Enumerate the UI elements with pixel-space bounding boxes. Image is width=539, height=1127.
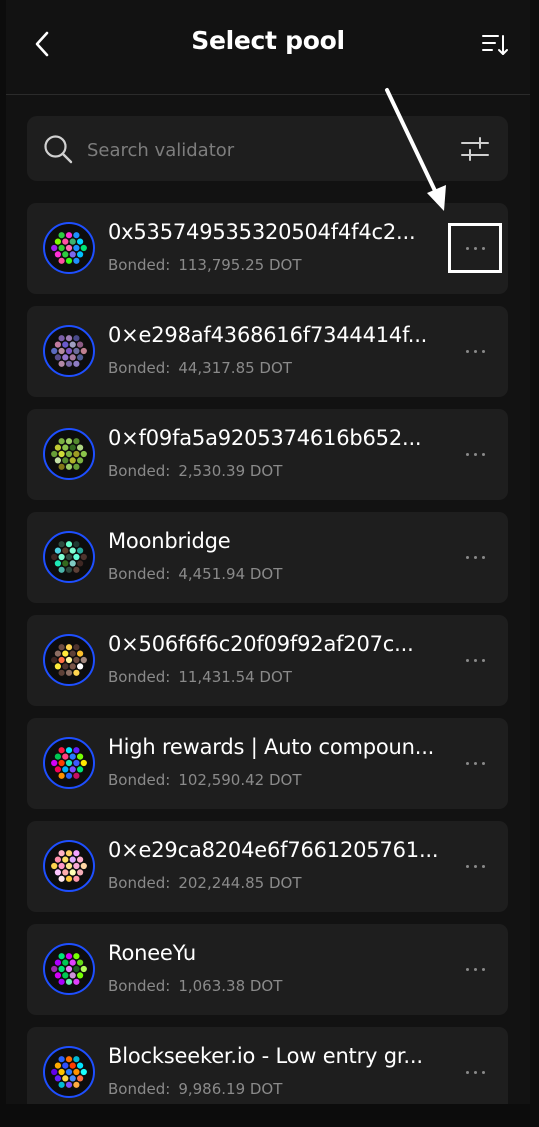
pool-bonded: Bonded: 44,317.85 DOT xyxy=(108,359,292,377)
more-icon xyxy=(465,246,485,250)
more-icon xyxy=(465,864,485,868)
bonded-label: Bonded: xyxy=(108,1080,171,1098)
bonded-label: Bonded: xyxy=(108,874,171,892)
page-title: Select pool xyxy=(191,26,345,55)
bonded-amount: 11,431.54 DOT xyxy=(178,668,292,686)
bonded-amount: 102,590.42 DOT xyxy=(178,771,302,789)
bonded-label: Bonded: xyxy=(108,359,171,377)
pool-name: 0×f09fa5a9205374616b652... xyxy=(108,426,422,450)
pool-name: 0×e298af4368616f7344414f... xyxy=(108,323,428,347)
more-options-button[interactable] xyxy=(448,635,502,685)
validator-avatar xyxy=(43,1046,95,1098)
pool-name: Blockseeker.io - Low entry gr... xyxy=(108,1044,423,1068)
search-bar xyxy=(27,116,508,181)
validator-avatar xyxy=(43,222,95,274)
more-icon xyxy=(465,555,485,559)
bonded-label: Bonded: xyxy=(108,977,171,995)
more-options-button[interactable] xyxy=(448,1047,502,1097)
more-options-button[interactable] xyxy=(448,841,502,891)
bonded-amount: 202,244.85 DOT xyxy=(178,874,302,892)
more-icon xyxy=(465,967,485,971)
pool-bonded: Bonded: 11,431.54 DOT xyxy=(108,668,292,686)
bonded-label: Bonded: xyxy=(108,462,171,480)
validator-avatar xyxy=(43,325,95,377)
pool-item[interactable]: RoneeYu Bonded: 1,063.38 DOT xyxy=(27,924,508,1015)
pool-name: RoneeYu xyxy=(108,941,196,965)
sliders-icon[interactable] xyxy=(460,134,490,164)
pool-bonded: Bonded: 9,986.19 DOT xyxy=(108,1080,282,1098)
sort-icon xyxy=(482,35,508,55)
pool-list: 0x535749535320504f4f4c2... Bonded: 113,795… xyxy=(27,203,508,1104)
bonded-label: Bonded: xyxy=(108,565,171,583)
bonded-amount: 1,063.38 DOT xyxy=(178,977,283,995)
bonded-amount: 9,986.19 DOT xyxy=(178,1080,283,1098)
bonded-amount: 2,530.39 DOT xyxy=(178,462,283,480)
pool-item[interactable]: Moonbridge Bonded: 4,451.94 DOT xyxy=(27,512,508,603)
pool-item[interactable]: 0×506f6f6c20f09f92af207c... Bonded: 11,431… xyxy=(27,615,508,706)
more-icon xyxy=(465,452,485,456)
bonded-amount: 4,451.94 DOT xyxy=(178,565,283,583)
pool-name: 0x535749535320504f4f4c2... xyxy=(108,220,416,244)
validator-avatar xyxy=(43,943,95,995)
pool-item[interactable]: High rewards | Auto compoun... Bonded: 102… xyxy=(27,718,508,809)
pool-item[interactable]: 0×e298af4368616f7344414f... Bonded: 44,317… xyxy=(27,306,508,397)
search-input[interactable] xyxy=(85,130,449,170)
sort-button[interactable] xyxy=(478,28,512,62)
pool-item[interactable]: 0×e29ca8204e6f7661205761... Bonded: 202,24… xyxy=(27,821,508,912)
more-options-button[interactable] xyxy=(448,326,502,376)
validator-avatar xyxy=(43,531,95,583)
pool-item[interactable]: 0x535749535320504f4f4c2... Bonded: 113,795… xyxy=(27,203,508,294)
validator-avatar xyxy=(43,737,95,789)
validator-avatar xyxy=(43,428,95,480)
bonded-amount: 44,317.85 DOT xyxy=(178,359,292,377)
pool-name: High rewards | Auto compoun... xyxy=(108,735,435,759)
bonded-amount: 113,795.25 DOT xyxy=(178,256,302,274)
app-window: Select pool 0x535749535320504f4f4c2... Bo… xyxy=(6,0,530,1104)
bonded-label: Bonded: xyxy=(108,668,171,686)
pool-bonded: Bonded: 113,795.25 DOT xyxy=(108,256,301,274)
validator-avatar xyxy=(43,840,95,892)
pool-bonded: Bonded: 1,063.38 DOT xyxy=(108,977,282,995)
more-options-button[interactable] xyxy=(448,429,502,479)
bonded-label: Bonded: xyxy=(108,256,171,274)
more-icon xyxy=(465,658,485,662)
more-options-button[interactable] xyxy=(448,944,502,994)
more-options-button[interactable] xyxy=(448,532,502,582)
header: Select pool xyxy=(6,0,530,95)
bonded-label: Bonded: xyxy=(108,771,171,789)
search-icon xyxy=(44,135,73,164)
validator-avatar xyxy=(43,634,95,686)
pool-bonded: Bonded: 2,530.39 DOT xyxy=(108,462,282,480)
pool-name: 0×e29ca8204e6f7661205761... xyxy=(108,838,439,862)
more-icon xyxy=(465,349,485,353)
pool-bonded: Bonded: 202,244.85 DOT xyxy=(108,874,301,892)
more-options-button[interactable] xyxy=(448,223,502,273)
pool-bonded: Bonded: 102,590.42 DOT xyxy=(108,771,301,789)
pool-item[interactable]: 0×f09fa5a9205374616b652... Bonded: 2,530.3… xyxy=(27,409,508,500)
more-icon xyxy=(465,761,485,765)
pool-name: 0×506f6f6c20f09f92af207c... xyxy=(108,632,414,656)
pool-name: Moonbridge xyxy=(108,529,231,553)
pool-bonded: Bonded: 4,451.94 DOT xyxy=(108,565,282,583)
pool-item[interactable]: Blockseeker.io - Low entry gr... Bonded: 9… xyxy=(27,1027,508,1104)
more-options-button[interactable] xyxy=(448,738,502,788)
more-icon xyxy=(465,1070,485,1074)
